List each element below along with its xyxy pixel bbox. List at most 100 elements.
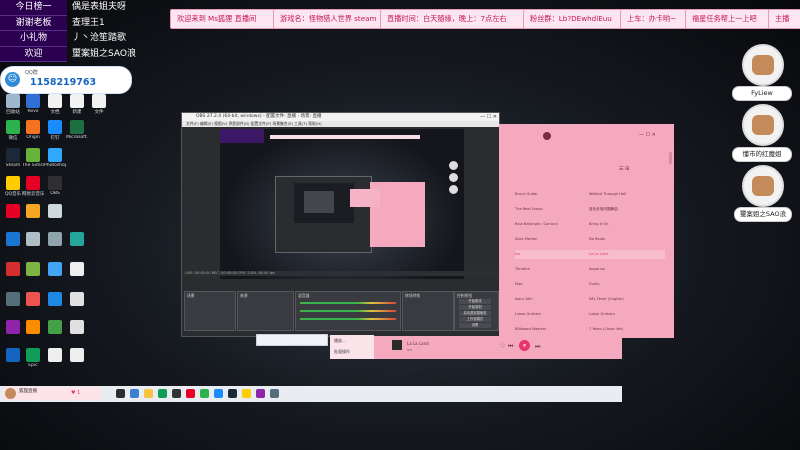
song-row[interactable]: Isacu Atin NFL Fever (English) xyxy=(515,295,665,304)
fan-group-banner: 粉丝群：Lb?DEwhdlEuu xyxy=(523,9,631,29)
song-row[interactable]: Mao Guilty xyxy=(515,280,665,289)
document-icon xyxy=(48,94,62,108)
search-icon[interactable] xyxy=(116,389,125,398)
song-row[interactable]: Bruce Guitar Walked Through Hell xyxy=(515,190,665,199)
preview-board xyxy=(220,129,264,143)
song-row[interactable]: Alice Merton No Roots xyxy=(515,235,665,244)
prev-icon[interactable]: ⏮ xyxy=(508,343,513,351)
desktop-icon[interactable] xyxy=(44,292,66,306)
context-menu-item[interactable]: 播放... xyxy=(330,335,374,347)
obs-window[interactable]: OBS 27.2.4 (64-bit, windows) - 配置文件: 直播 … xyxy=(181,112,500,337)
desktop-icon[interactable] xyxy=(22,232,44,246)
taskbar-app-icon[interactable] xyxy=(256,389,265,398)
scenes-dock[interactable]: 场景 xyxy=(184,291,236,331)
desktop-icon[interactable] xyxy=(22,292,44,306)
start-streaming-button[interactable]: 开始推流 xyxy=(459,299,491,304)
desktop-icon[interactable]: 文件 xyxy=(88,94,110,115)
desktop-icon[interactable] xyxy=(44,204,66,218)
desktop-icon[interactable]: Epic xyxy=(22,348,44,368)
desktop-icon[interactable]: Origin xyxy=(22,120,44,140)
audio-meter xyxy=(300,318,396,320)
desktop-icon[interactable] xyxy=(2,204,24,218)
window-controls[interactable]: — ☐ ✕ xyxy=(480,114,497,120)
obs-preview-canvas[interactable] xyxy=(220,129,464,279)
desktop-icon[interactable] xyxy=(2,262,24,276)
list-tools-icon[interactable]: ☰ ⊞ xyxy=(619,166,629,172)
desktop-icon[interactable]: 新建 xyxy=(66,94,88,115)
window-controls[interactable]: — ☐ ✕ xyxy=(639,132,656,138)
play-pause-icon[interactable]: ⏸ xyxy=(519,340,530,351)
stream-welcome-banner: 欢迎来到 Ms狐狸 直播间 xyxy=(170,9,284,29)
desktop-icon[interactable]: 网易云音乐 xyxy=(22,176,44,197)
music-player-window[interactable]: — ☐ ✕ ☰ ⊞ Bruce Guitar Walked Through Hel… xyxy=(499,124,674,338)
like-icon[interactable]: ♡ xyxy=(500,343,505,350)
mixer-dock[interactable]: 混音器 xyxy=(295,291,401,331)
start-recording-button[interactable]: 开始录制 xyxy=(459,305,491,310)
cartoon-face-icon xyxy=(752,115,774,135)
taskbar-app-icon[interactable] xyxy=(130,389,139,398)
obs-title-bar: OBS 27.2.4 (64-bit, windows) - 配置文件: 直播 … xyxy=(182,113,499,121)
desktop-icon[interactable]: OBS xyxy=(44,176,66,196)
desktop-icon[interactable] xyxy=(66,232,88,246)
qq-icon[interactable] xyxy=(214,389,223,398)
desktop-icon[interactable]: Revo xyxy=(22,94,44,114)
desktop-icon[interactable]: 回收站 xyxy=(2,94,24,115)
steam-icon[interactable] xyxy=(228,389,237,398)
desktop-icon[interactable]: 文档 xyxy=(44,94,66,115)
desktop-icon[interactable]: The Sims4 xyxy=(22,148,44,168)
desktop-icon[interactable]: 微信 xyxy=(2,120,24,141)
context-menu[interactable]: 播放... 批量操作 xyxy=(330,335,374,359)
desktop-icon[interactable] xyxy=(44,232,66,246)
desktop-icon[interactable] xyxy=(66,262,88,276)
qq-music-icon xyxy=(6,176,20,190)
song-row[interactable]: The Real Group 蓝色多瑙河圆舞曲 xyxy=(515,205,665,214)
obs-icon[interactable] xyxy=(172,389,181,398)
live-room-chip[interactable]: 狐狸直播 ♥ 1 xyxy=(3,387,101,400)
desktop-icon[interactable] xyxy=(2,348,24,362)
edge-icon[interactable] xyxy=(158,389,167,398)
context-menu-item[interactable]: 批量操作 xyxy=(330,347,374,357)
desktop-icon[interactable]: 钉钉 xyxy=(44,120,66,141)
song-row[interactable]: Billboard Masters 7 Years (Cover Ver) xyxy=(515,325,665,334)
song-row[interactable]: Timothe Aquarius xyxy=(515,265,665,274)
controls-dock[interactable]: 控制按钮 开始推流 开始录制 启动虚拟摄像机 工作室模式 设置 xyxy=(454,291,499,331)
song-row-active[interactable]: Ice La La Land xyxy=(515,250,665,259)
recycle-bin-icon xyxy=(6,94,20,108)
sources-dock[interactable]: 来源 xyxy=(237,291,294,331)
settings-button[interactable]: 设置 xyxy=(459,323,491,328)
desktop-icon[interactable] xyxy=(2,320,24,334)
desktop-icon[interactable] xyxy=(44,320,66,334)
scrollbar[interactable] xyxy=(669,152,672,164)
taskbar-app-icon[interactable] xyxy=(242,389,251,398)
obs-menu-bar[interactable]: 文件(F) 编辑(E) 视图(V) 停靠部件(D) 配置文件(P) 场景集合(S… xyxy=(182,121,499,127)
desktop-icon[interactable] xyxy=(66,292,88,306)
desktop-icon[interactable]: Photoshop xyxy=(44,148,66,168)
desktop-icon[interactable]: Microsoft... xyxy=(66,120,88,140)
desktop-icon[interactable] xyxy=(2,232,24,246)
virtual-camera-button[interactable]: 启动虚拟摄像机 xyxy=(459,311,491,316)
cartoon-face-icon xyxy=(752,176,774,196)
taskbar-app-icon[interactable] xyxy=(270,389,279,398)
desktop-icon[interactable] xyxy=(44,262,66,276)
desktop-icon[interactable] xyxy=(22,204,44,218)
song-row[interactable]: Raul Bafunghi / Carlucci Bring It On xyxy=(515,220,665,229)
dingtalk-icon xyxy=(48,120,62,134)
desktop-icon[interactable] xyxy=(2,292,24,306)
desktop-icon[interactable] xyxy=(22,262,44,276)
app-icon xyxy=(6,204,20,218)
desktop-icon[interactable] xyxy=(66,348,88,362)
desktop-icon[interactable]: QQ音乐 xyxy=(2,176,24,197)
desktop-icon[interactable]: Steam xyxy=(2,148,24,168)
song-row[interactable]: Lukas Graham Lukas Graham xyxy=(515,310,665,319)
desktop-icon[interactable] xyxy=(66,320,88,334)
transitions-dock[interactable]: 转场特效 xyxy=(402,291,454,331)
studio-mode-button[interactable]: 工作室模式 xyxy=(459,317,491,322)
windows-taskbar[interactable]: 狐狸直播 ♥ 1 xyxy=(0,386,622,402)
app-icon xyxy=(48,204,62,218)
desktop-icon[interactable] xyxy=(44,348,66,362)
next-icon[interactable]: ⏭ xyxy=(535,343,540,351)
music-icon[interactable] xyxy=(186,389,195,398)
desktop-icon[interactable] xyxy=(22,320,44,334)
folder-icon[interactable] xyxy=(144,389,153,398)
wechat-icon[interactable] xyxy=(200,389,209,398)
